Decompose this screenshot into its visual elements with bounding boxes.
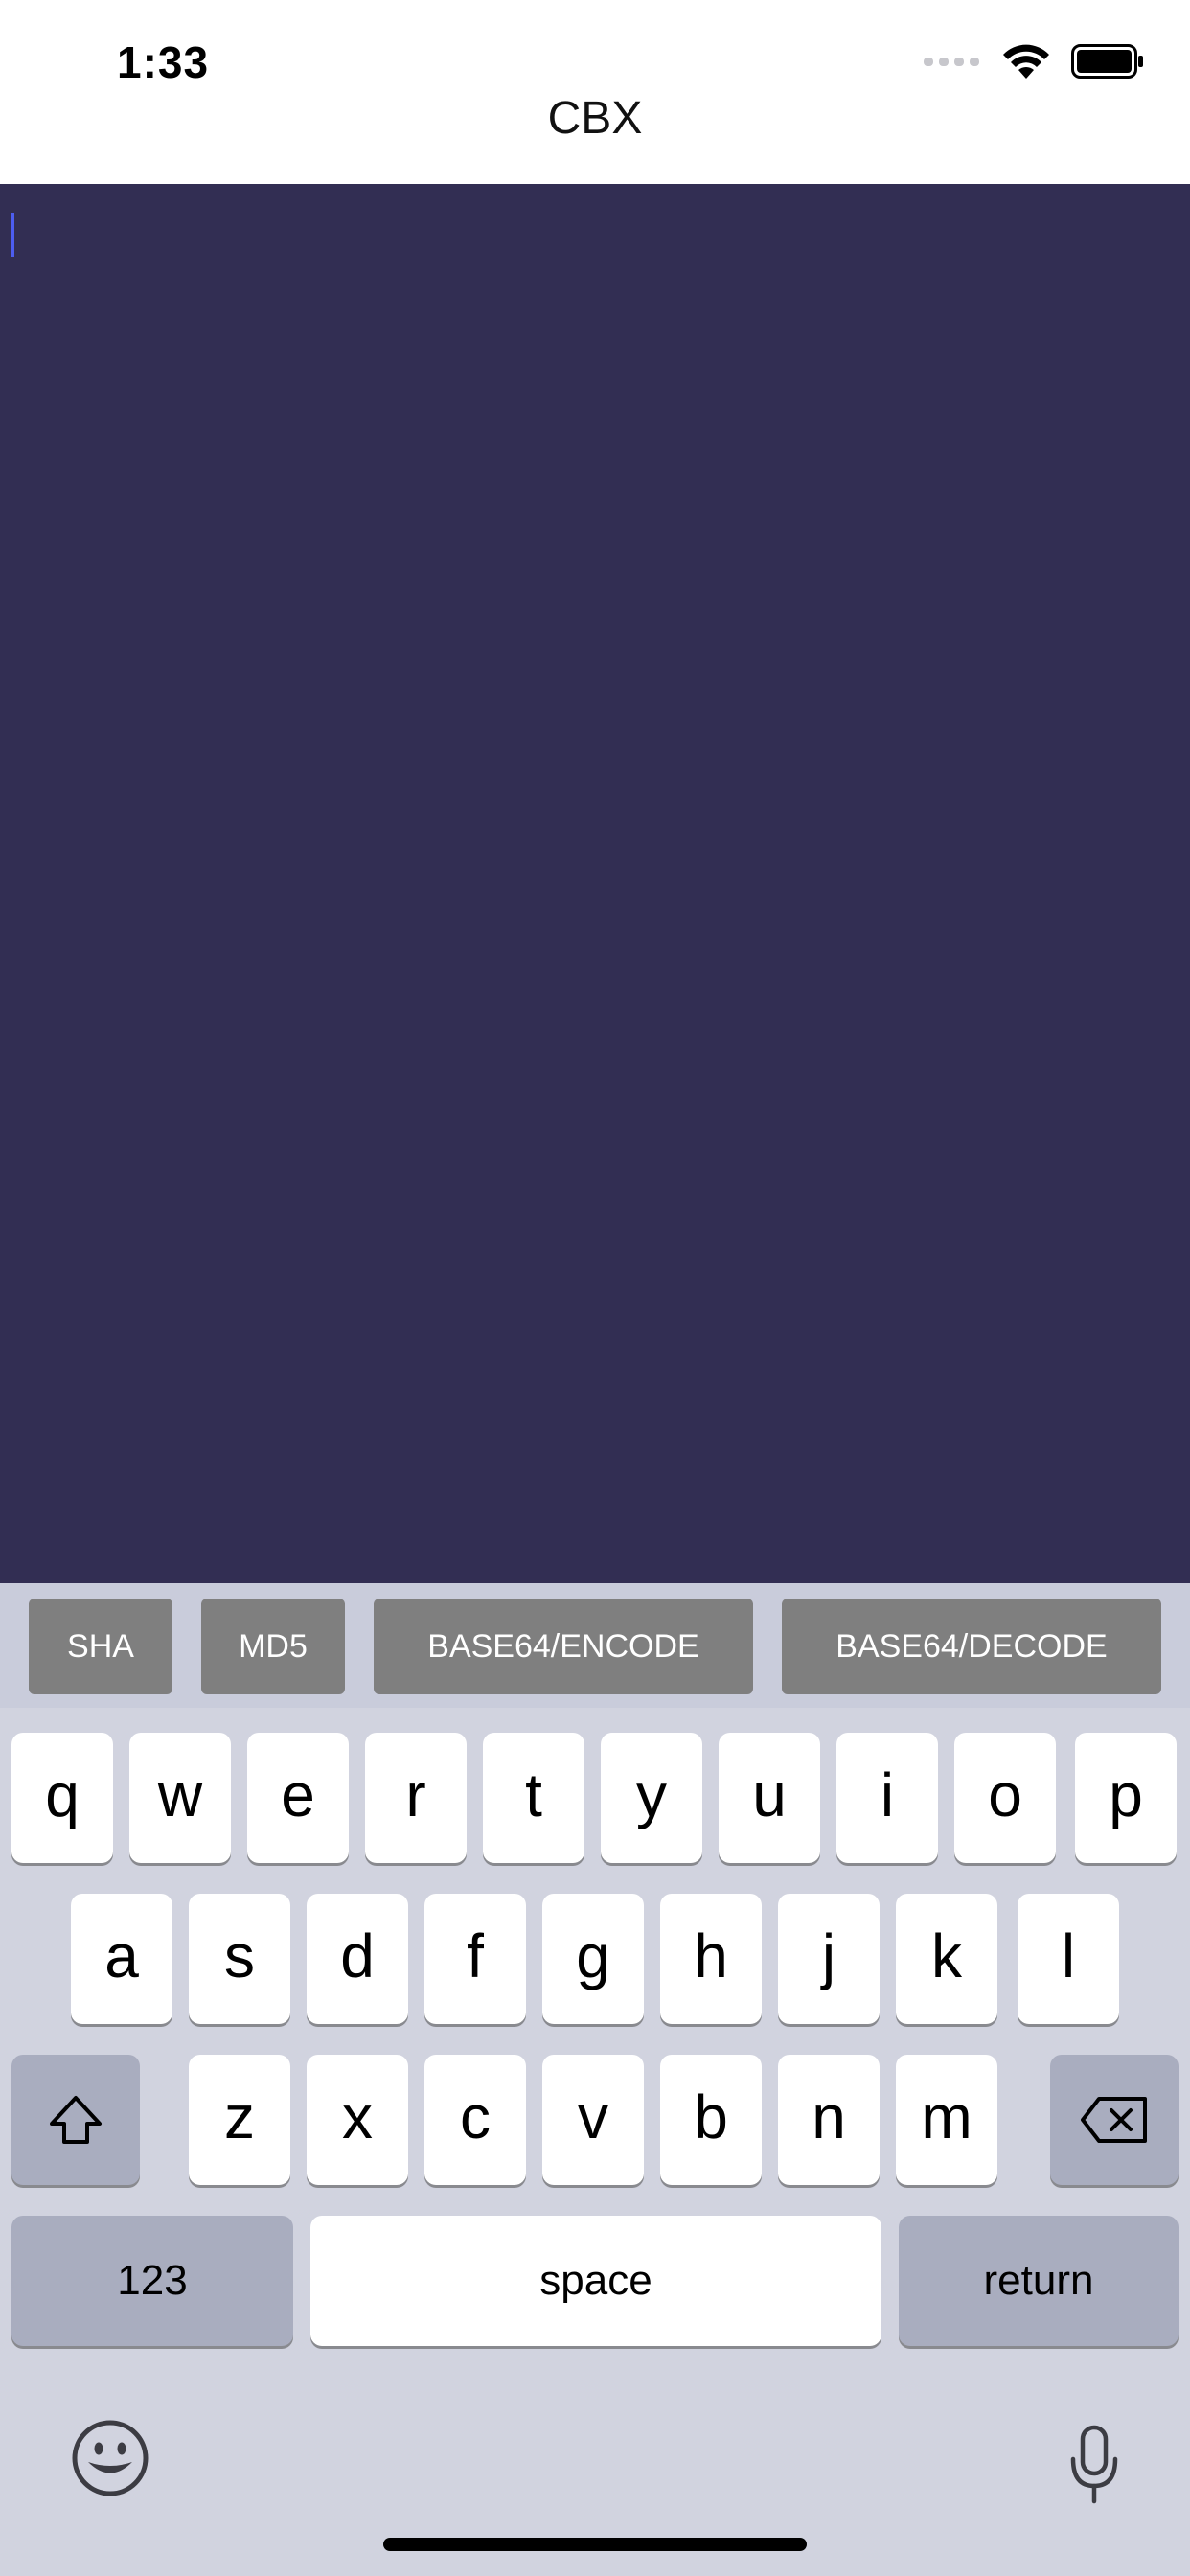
key-x[interactable]: x [307, 2055, 408, 2185]
key-r[interactable]: r [365, 1733, 467, 1863]
status-time: 1:33 [117, 37, 210, 87]
key-u[interactable]: u [719, 1733, 820, 1863]
key-j[interactable]: j [778, 1894, 880, 2024]
shift-key[interactable] [11, 2055, 140, 2185]
base64-decode-button[interactable]: BASE64/DECODE [782, 1598, 1161, 1694]
key-z[interactable]: z [189, 2055, 290, 2185]
key-f[interactable]: f [424, 1894, 526, 2024]
keyboard: q w e r t y u i o p a s d f g h j k l z … [0, 1708, 1190, 2576]
sha-button[interactable]: SHA [29, 1598, 172, 1694]
status-icons [924, 42, 1144, 80]
key-n[interactable]: n [778, 2055, 880, 2185]
key-i[interactable]: i [836, 1733, 938, 1863]
page-title: CBX [547, 93, 643, 144]
numbers-key[interactable]: 123 [11, 2216, 293, 2346]
key-d[interactable]: d [307, 1894, 408, 2024]
key-v[interactable]: v [542, 2055, 644, 2185]
md5-button[interactable]: MD5 [201, 1598, 345, 1694]
key-b[interactable]: b [660, 2055, 762, 2185]
cellular-signal-icon [924, 57, 979, 66]
text-editor[interactable] [0, 184, 1190, 1583]
key-y[interactable]: y [601, 1733, 702, 1863]
base64-encode-button[interactable]: BASE64/ENCODE [374, 1598, 753, 1694]
key-w[interactable]: w [129, 1733, 231, 1863]
text-caret [11, 213, 14, 257]
keyboard-accessory-toolbar: SHA MD5 BASE64/ENCODE BASE64/DECODE [0, 1583, 1190, 1708]
wifi-icon [1003, 44, 1049, 79]
key-s[interactable]: s [189, 1894, 290, 2024]
battery-icon [1071, 44, 1143, 79]
microphone-icon[interactable] [1067, 2425, 1121, 2505]
key-g[interactable]: g [542, 1894, 644, 2024]
key-t[interactable]: t [483, 1733, 584, 1863]
delete-key[interactable] [1050, 2055, 1179, 2185]
emoji-icon[interactable] [71, 2419, 149, 2497]
key-k[interactable]: k [896, 1894, 997, 2024]
key-q[interactable]: q [11, 1733, 113, 1863]
shift-icon [50, 2096, 102, 2144]
key-a[interactable]: a [71, 1894, 172, 2024]
key-m[interactable]: m [896, 2055, 997, 2185]
delete-icon [1081, 2097, 1147, 2143]
home-indicator [383, 2538, 807, 2551]
key-h[interactable]: h [660, 1894, 762, 2024]
key-p[interactable]: p [1075, 1733, 1177, 1863]
key-e[interactable]: e [247, 1733, 349, 1863]
key-c[interactable]: c [424, 2055, 526, 2185]
space-key[interactable]: space [310, 2216, 881, 2346]
key-l[interactable]: l [1018, 1894, 1119, 2024]
key-o[interactable]: o [954, 1733, 1056, 1863]
return-key[interactable]: return [899, 2216, 1179, 2346]
status-bar: 1:33 [0, 0, 1190, 105]
